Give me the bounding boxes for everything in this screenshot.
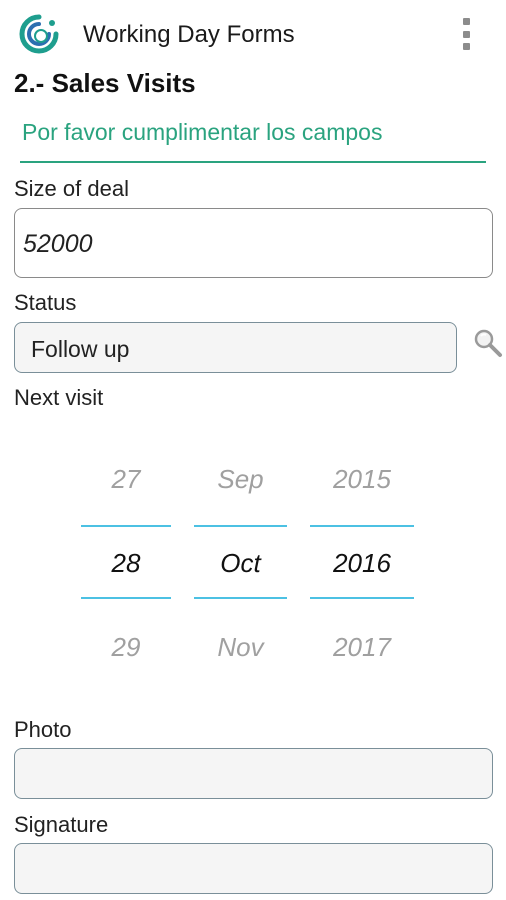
year-picker-column[interactable]: 2015 2016 2017	[310, 440, 414, 680]
signature-label: Signature	[14, 812, 109, 837]
month-picker-bottom-line	[194, 597, 287, 599]
year-picker-bottom-line	[310, 597, 414, 599]
year-option-prev[interactable]: 2015	[310, 463, 414, 495]
day-option-prev[interactable]: 27	[81, 463, 171, 495]
status-value: Follow up	[31, 336, 130, 362]
section-title: 2.- Sales Visits	[14, 68, 196, 98]
form-hint: Por favor cumplimentar los campos	[22, 119, 383, 145]
month-picker-column[interactable]: Sep Oct Nov	[194, 440, 287, 680]
day-option-next[interactable]: 29	[81, 631, 171, 663]
month-option-next[interactable]: Nov	[194, 631, 287, 663]
next-visit-label: Next visit	[14, 385, 104, 410]
month-option-prev[interactable]: Sep	[194, 463, 287, 495]
size-of-deal-label: Size of deal	[14, 176, 129, 201]
magnifier-icon[interactable]	[472, 327, 504, 359]
app-logo-icon	[18, 13, 60, 55]
year-option-selected[interactable]: 2016	[310, 547, 414, 579]
year-picker-top-line	[310, 525, 414, 527]
day-option-selected[interactable]: 28	[81, 547, 171, 579]
status-select[interactable]: Follow up	[14, 322, 457, 373]
photo-label: Photo	[14, 717, 72, 742]
app-title: Working Day Forms	[83, 21, 295, 48]
size-of-deal-value: 52000	[23, 230, 93, 258]
month-picker-top-line	[194, 525, 287, 527]
photo-field[interactable]	[14, 748, 493, 799]
overflow-menu-icon[interactable]	[456, 16, 476, 52]
year-option-next[interactable]: 2017	[310, 631, 414, 663]
size-of-deal-input[interactable]: 52000	[14, 208, 493, 278]
month-option-selected[interactable]: Oct	[194, 547, 287, 579]
day-picker-bottom-line	[81, 597, 171, 599]
signature-field[interactable]	[14, 843, 493, 894]
hint-divider	[20, 161, 486, 163]
day-picker-top-line	[81, 525, 171, 527]
status-label: Status	[14, 290, 77, 315]
day-picker-column[interactable]: 27 28 29	[81, 440, 171, 680]
